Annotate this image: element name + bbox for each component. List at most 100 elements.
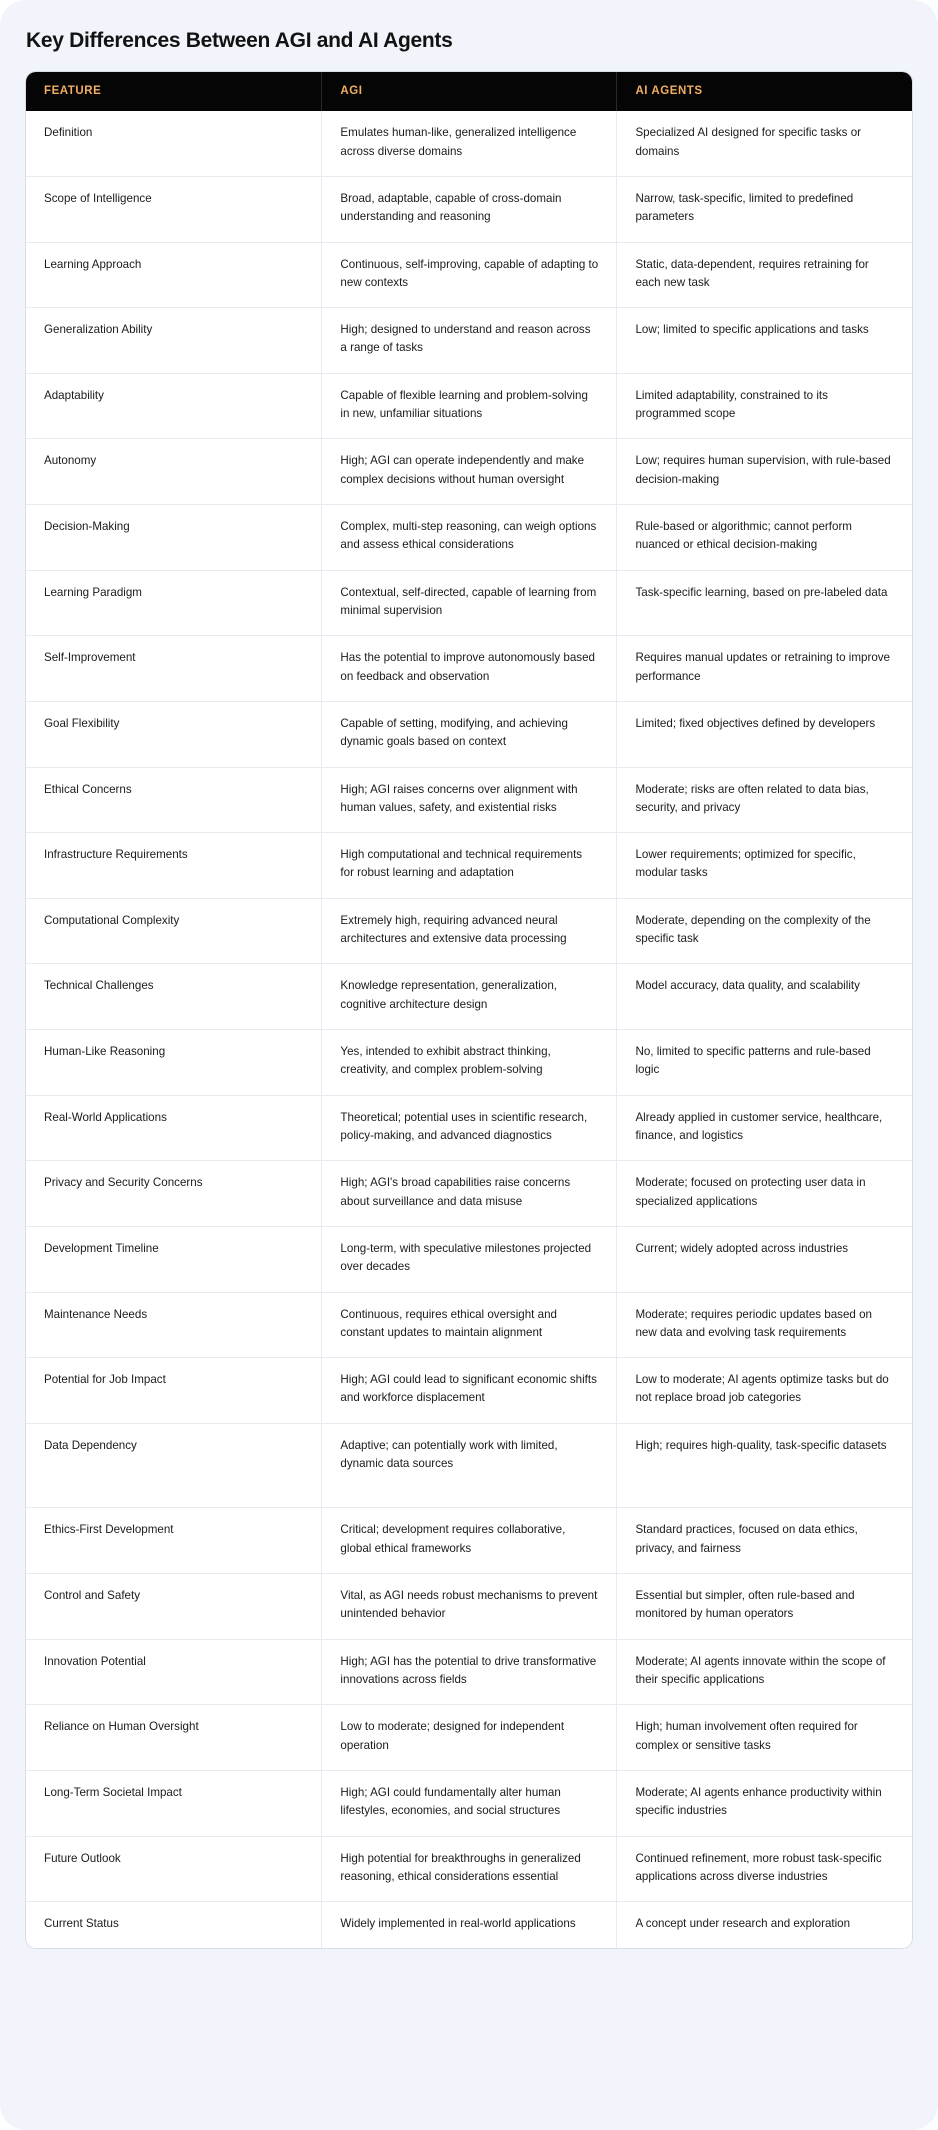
cell-agi: Broad, adaptable, capable of cross-domai… (321, 176, 618, 243)
cell-ai-agents: Low; limited to specific applications an… (616, 307, 912, 374)
cell-feature: Development Timeline (26, 1226, 323, 1293)
table-row: Infrastructure Requirements High computat… (26, 832, 912, 899)
cell-agi: Emulates human-like, generalized intelli… (321, 111, 618, 177)
cell-ai-agents: Already applied in customer service, hea… (616, 1095, 912, 1162)
cell-agi: High; AGI has the potential to drive tra… (321, 1639, 618, 1706)
table-row: Real-World Applications Theoretical; pote… (26, 1095, 912, 1162)
table-row: Goal Flexibility Capable of setting, modi… (26, 701, 912, 768)
table-row: Ethical Concerns High; AGI raises concern… (26, 767, 912, 834)
cell-ai-agents: Current; widely adopted across industrie… (616, 1226, 912, 1293)
page-content: Key Differences Between AGI and AI Agent… (0, 0, 938, 1982)
cell-ai-agents: Lower requirements; optimized for specif… (616, 832, 912, 899)
table-row: Control and Safety Vital, as AGI needs ro… (26, 1573, 912, 1640)
cell-agi: High; AGI's broad capabilities raise con… (321, 1160, 618, 1227)
cell-agi: Extremely high, requiring advanced neura… (321, 898, 618, 965)
cell-ai-agents: Moderate; AI agents enhance productivity… (616, 1770, 912, 1837)
cell-agi: Long-term, with speculative milestones p… (321, 1226, 618, 1293)
cell-ai-agents: Specialized AI designed for specific tas… (616, 111, 912, 177)
table-row: Technical Challenges Knowledge representa… (26, 963, 912, 1030)
cell-agi: Capable of setting, modifying, and achie… (321, 701, 618, 768)
cell-agi: Adaptive; can potentially work with limi… (321, 1423, 618, 1509)
cell-agi: Capable of flexible learning and problem… (321, 373, 618, 440)
table-row: Self-Improvement Has the potential to imp… (26, 635, 912, 702)
cell-feature: Potential for Job Impact (26, 1357, 323, 1424)
cell-feature: Reliance on Human Oversight (26, 1704, 323, 1771)
cell-agi: Widely implemented in real-world applica… (321, 1901, 618, 1949)
table-header-row: FEATURE AGI AI AGENTS (26, 72, 912, 112)
cell-feature: Adaptability (26, 373, 323, 440)
table-row: Human-Like Reasoning Yes, intended to exh… (26, 1029, 912, 1096)
cell-feature: Privacy and Security Concerns (26, 1160, 323, 1227)
cell-ai-agents: Model accuracy, data quality, and scalab… (616, 963, 912, 1030)
table-row: Learning Paradigm Contextual, self-direct… (26, 570, 912, 637)
cell-ai-agents: Limited adaptability, constrained to its… (616, 373, 912, 440)
comparison-table: FEATURE AGI AI AGENTS Definition Emulates… (26, 72, 912, 1949)
cell-ai-agents: Moderate; AI agents innovate within the … (616, 1639, 912, 1706)
cell-feature: Innovation Potential (26, 1639, 323, 1706)
cell-agi: Has the potential to improve autonomousl… (321, 635, 618, 702)
cell-ai-agents: Moderate; risks are often related to dat… (616, 767, 912, 834)
cell-ai-agents: High; human involvement often required f… (616, 1704, 912, 1771)
cell-feature: Maintenance Needs (26, 1292, 323, 1359)
cell-ai-agents: Standard practices, focused on data ethi… (616, 1507, 912, 1574)
table-row: Long-Term Societal Impact High; AGI could… (26, 1770, 912, 1837)
cell-feature: Current Status (26, 1901, 323, 1949)
cell-ai-agents: High; requires high-quality, task-specif… (616, 1423, 912, 1509)
cell-feature: Definition (26, 111, 323, 177)
cell-agi: Complex, multi-step reasoning, can weigh… (321, 504, 618, 571)
cell-agi: Knowledge representation, generalization… (321, 963, 618, 1030)
cell-feature: Control and Safety (26, 1573, 323, 1640)
cell-agi: Yes, intended to exhibit abstract thinki… (321, 1029, 618, 1096)
cell-ai-agents: Moderate; focused on protecting user dat… (616, 1160, 912, 1227)
cell-agi: High; AGI could lead to significant econ… (321, 1357, 618, 1424)
cell-agi: Critical; development requires collabora… (321, 1507, 618, 1574)
table-row: Autonomy High; AGI can operate independen… (26, 438, 912, 505)
cell-agi: High; AGI can operate independently and … (321, 438, 618, 505)
cell-ai-agents: Essential but simpler, often rule-based … (616, 1573, 912, 1640)
cell-feature: Future Outlook (26, 1836, 323, 1903)
table-header: FEATURE AGI AI AGENTS (26, 72, 912, 112)
table-row: Privacy and Security Concerns High; AGI's… (26, 1160, 912, 1227)
comparison-table-container: FEATURE AGI AI AGENTS Definition Emulates… (26, 72, 912, 1949)
cell-agi: High; AGI could fundamentally alter huma… (321, 1770, 618, 1837)
cell-agi: Continuous, self-improving, capable of a… (321, 242, 618, 309)
cell-feature: Computational Complexity (26, 898, 323, 965)
page-root: Key Differences Between AGI and AI Agent… (0, 0, 938, 2130)
cell-agi: Vital, as AGI needs robust mechanisms to… (321, 1573, 618, 1640)
cell-agi: High computational and technical require… (321, 832, 618, 899)
table-row: Innovation Potential High; AGI has the po… (26, 1639, 912, 1706)
cell-agi: Contextual, self-directed, capable of le… (321, 570, 618, 637)
cell-feature: Generalization Ability (26, 307, 323, 374)
cell-ai-agents: Limited; fixed objectives defined by dev… (616, 701, 912, 768)
cell-agi: High; AGI raises concerns over alignment… (321, 767, 618, 834)
table-row: Development Timeline Long-term, with spec… (26, 1226, 912, 1293)
cell-feature: Self-Improvement (26, 635, 323, 702)
table-row: Adaptability Capable of flexible learning… (26, 373, 912, 440)
cell-feature: Technical Challenges (26, 963, 323, 1030)
table-row: Computational Complexity Extremely high, … (26, 898, 912, 965)
table-row: Learning Approach Continuous, self-improv… (26, 242, 912, 309)
table-body: Definition Emulates human-like, generaliz… (26, 111, 912, 1949)
cell-ai-agents: Static, data-dependent, requires retrain… (616, 242, 912, 309)
cell-agi: High potential for breakthroughs in gene… (321, 1836, 618, 1903)
cell-ai-agents: Moderate; requires periodic updates base… (616, 1292, 912, 1359)
table-row: Maintenance Needs Continuous, requires et… (26, 1292, 912, 1359)
cell-feature: Data Dependency (26, 1423, 323, 1509)
cell-agi: Continuous, requires ethical oversight a… (321, 1292, 618, 1359)
cell-ai-agents: Narrow, task-specific, limited to predef… (616, 176, 912, 243)
page-title: Key Differences Between AGI and AI Agent… (26, 29, 453, 52)
column-header-feature: FEATURE (26, 72, 323, 112)
cell-ai-agents: Rule-based or algorithmic; cannot perfor… (616, 504, 912, 571)
cell-agi: Theoretical; potential uses in scientifi… (321, 1095, 618, 1162)
cell-ai-agents: Low to moderate; AI agents optimize task… (616, 1357, 912, 1424)
table-row: Generalization Ability High; designed to … (26, 307, 912, 374)
cell-ai-agents: Continued refinement, more robust task-s… (616, 1836, 912, 1903)
table-row: Future Outlook High potential for breakth… (26, 1836, 912, 1903)
cell-ai-agents: Requires manual updates or retraining to… (616, 635, 912, 702)
cell-ai-agents: Low; requires human supervision, with ru… (616, 438, 912, 505)
cell-feature: Learning Paradigm (26, 570, 323, 637)
column-header-ai-agents: AI AGENTS (616, 72, 912, 112)
cell-feature: Decision-Making (26, 504, 323, 571)
table-row: Reliance on Human Oversight Low to modera… (26, 1704, 912, 1771)
table-row: Current Status Widely implemented in real… (26, 1901, 912, 1949)
